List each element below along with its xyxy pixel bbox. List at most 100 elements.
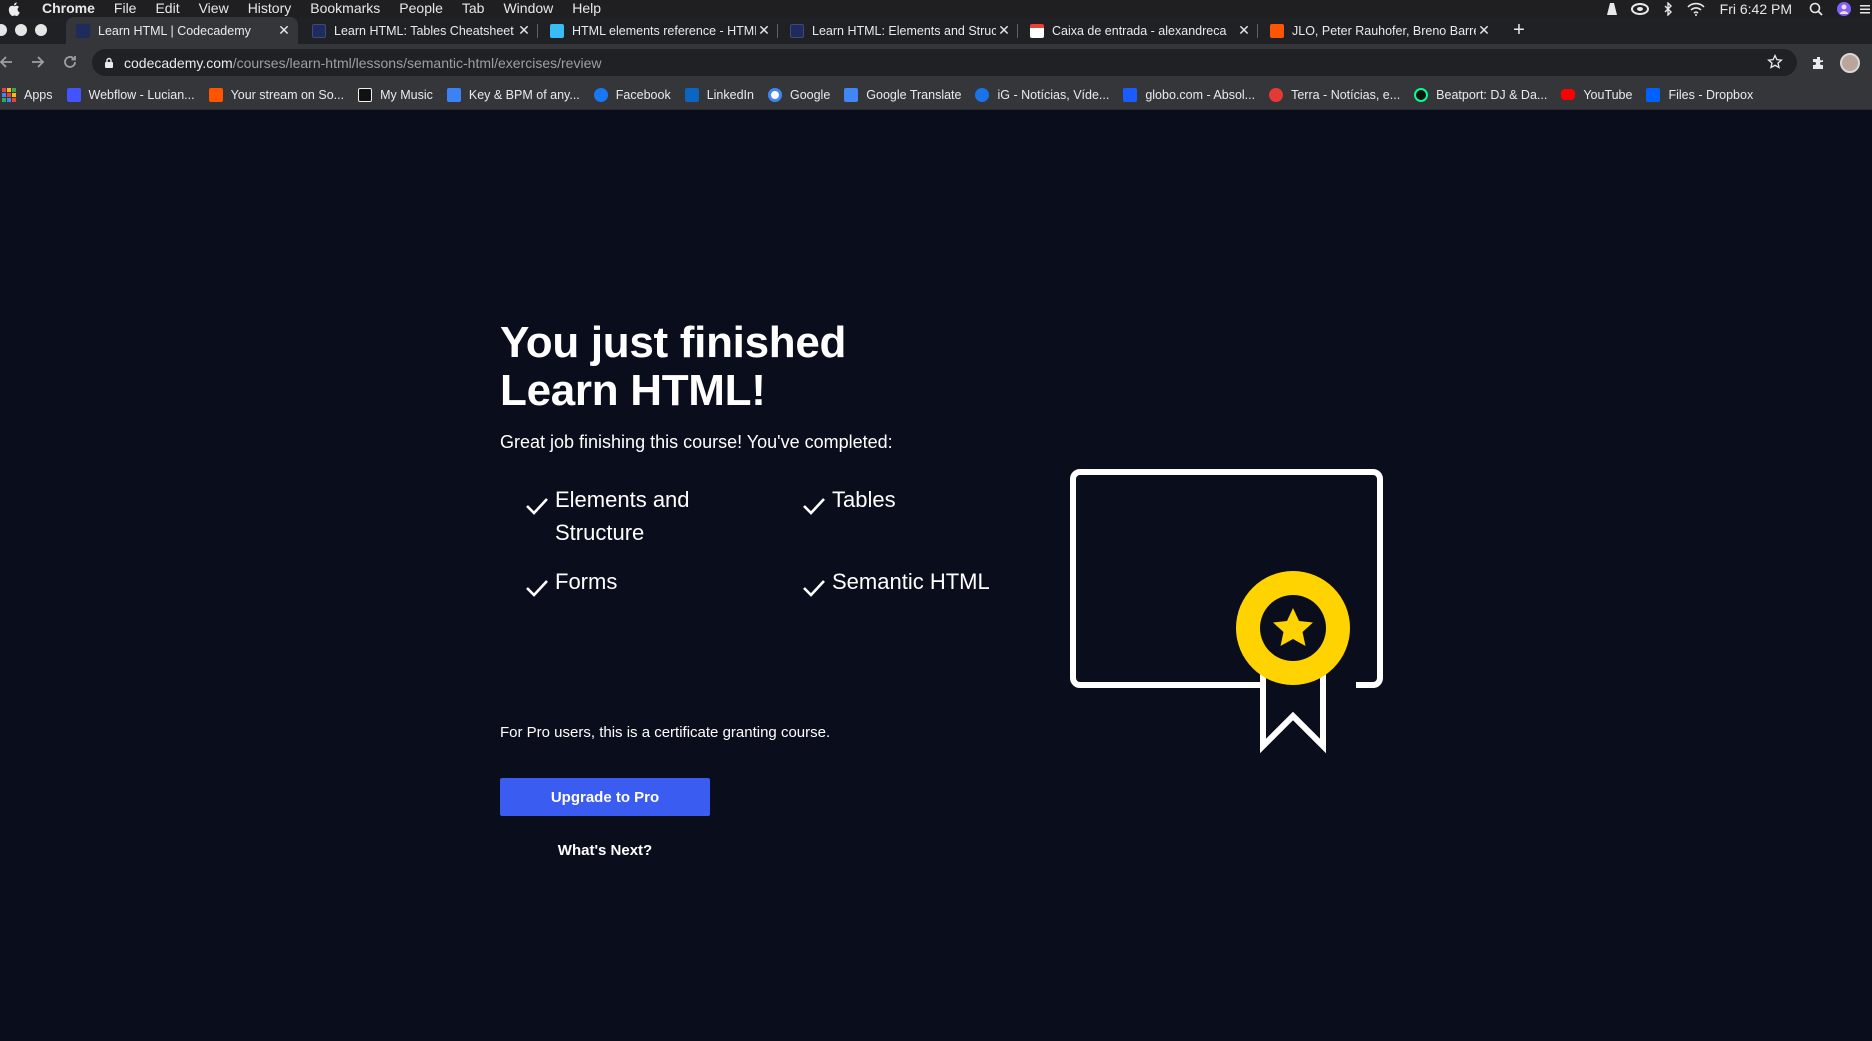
bookmark-globo[interactable]: globo.com - Absol...	[1123, 87, 1256, 102]
google-translate-icon	[844, 87, 859, 102]
bookmark-key-bpm[interactable]: Key & BPM of any...	[446, 87, 580, 102]
bookmark-google-translate[interactable]: Google Translate	[844, 87, 961, 102]
bookmarks-bar: Apps Webflow - Lucian... Your stream on …	[0, 80, 1872, 110]
soundcloud-favicon-icon	[1270, 23, 1284, 38]
tab-separator	[1257, 24, 1258, 38]
bookmark-beatport[interactable]: Beatport: DJ & Da...	[1414, 87, 1548, 102]
reload-icon[interactable]	[60, 52, 80, 72]
bookmark-apps[interactable]: Apps	[2, 87, 53, 102]
bookmark-ig-noticias[interactable]: iG - Notícias, Víde...	[975, 87, 1109, 102]
completed-item-elements-structure: Elements and Structure	[525, 483, 690, 549]
bookmark-facebook[interactable]: Facebook	[593, 87, 671, 102]
bookmark-youtube[interactable]: YouTube	[1561, 88, 1632, 102]
menu-bookmarks[interactable]: Bookmarks	[310, 0, 380, 17]
bookmark-terra[interactable]: Terra - Notícias, e...	[1269, 87, 1401, 102]
bookmark-google[interactable]: Google	[767, 87, 831, 102]
menu-tab[interactable]: Tab	[462, 0, 485, 17]
bookmark-label: Google	[789, 87, 831, 102]
menu-history[interactable]: History	[248, 0, 292, 17]
menu-file[interactable]: File	[114, 0, 137, 17]
url-host: codecademy.com	[124, 54, 233, 71]
apple-icon[interactable]	[4, 1, 24, 16]
close-window-button[interactable]	[0, 24, 7, 36]
bookmark-label: globo.com - Absol...	[1145, 87, 1256, 102]
headline-line-2: Learn HTML!	[500, 366, 766, 415]
completed-item-label-line-1: Elements and	[555, 487, 690, 512]
close-tab-icon[interactable]: ✕	[276, 22, 292, 39]
ig-icon	[975, 87, 990, 102]
mdn-favicon-icon	[550, 23, 564, 38]
menu-view[interactable]: View	[199, 0, 229, 17]
bookmark-label: Beatport: DJ & Da...	[1436, 87, 1548, 102]
forward-arrow-icon[interactable]	[28, 52, 48, 72]
tab-learn-html-codecademy[interactable]: Learn HTML | Codecademy ✕	[66, 17, 298, 44]
menu-people[interactable]: People	[399, 0, 443, 17]
bookmark-label: Webflow - Lucian...	[88, 87, 195, 102]
zoom-window-button[interactable]	[35, 24, 47, 36]
close-tab-icon[interactable]: ✕	[1476, 22, 1492, 39]
completed-item-forms: Forms	[525, 565, 617, 606]
macos-menu-bar: Chrome File Edit View History Bookmarks …	[0, 0, 1872, 17]
new-tab-button[interactable]: +	[1508, 17, 1530, 44]
bookmark-label: Facebook	[615, 87, 671, 102]
bookmark-label: My Music	[380, 87, 433, 102]
facebook-icon	[593, 87, 608, 102]
bookmark-label: LinkedIn	[706, 87, 754, 102]
completed-item-label: Semantic HTML	[832, 569, 990, 594]
close-tab-icon[interactable]: ✕	[1236, 22, 1252, 39]
vlc-icon[interactable]	[1598, 2, 1626, 16]
completed-item-label: Forms	[555, 569, 618, 594]
bookmark-star-icon[interactable]	[1767, 53, 1783, 75]
bookmark-webflow[interactable]: Webflow - Lucian...	[66, 87, 195, 102]
minimize-window-button[interactable]	[15, 24, 27, 36]
codecademy-favicon-icon	[312, 23, 326, 38]
key-bpm-icon	[446, 87, 461, 102]
apps-grid-icon	[2, 87, 16, 102]
bookmark-label: Terra - Notícias, e...	[1291, 87, 1401, 102]
bookmark-linkedin[interactable]: LinkedIn	[684, 87, 754, 102]
notification-center-icon[interactable]	[1858, 4, 1872, 14]
tab-gmail-inbox[interactable]: Caixa de entrada - alexandreca ✕	[1020, 17, 1258, 44]
bookmark-my-music[interactable]: My Music	[358, 87, 433, 102]
tab-separator	[537, 24, 538, 38]
checkmark-icon	[802, 565, 832, 606]
tab-html-elements-reference[interactable]: HTML elements reference - HTML ✕	[540, 17, 778, 44]
profile-avatar[interactable]	[1840, 53, 1860, 73]
user-switch-icon[interactable]	[1830, 1, 1858, 17]
checkmark-icon	[525, 483, 555, 549]
close-tab-icon[interactable]: ✕	[996, 22, 1012, 39]
bluetooth-icon[interactable]	[1654, 1, 1682, 16]
spotlight-search-icon[interactable]	[1802, 2, 1830, 16]
upgrade-to-pro-button[interactable]: Upgrade to Pro	[500, 778, 710, 816]
address-bar[interactable]: codecademy.com/courses/learn-html/lesson…	[92, 49, 1797, 76]
tab-soundcloud-track[interactable]: JLO, Peter Rauhofer, Breno Barreto ✕	[1260, 17, 1498, 44]
bookmark-label: Key & BPM of any...	[468, 87, 580, 102]
whats-next-link[interactable]: What's Next?	[500, 842, 710, 859]
checkmark-icon	[525, 565, 555, 606]
checkmark-icon	[802, 483, 832, 524]
close-tab-icon[interactable]: ✕	[516, 22, 532, 39]
pro-certificate-note: For Pro users, this is a certificate gra…	[500, 724, 831, 741]
extensions-puzzle-icon[interactable]	[1811, 56, 1827, 77]
menu-app-chrome[interactable]: Chrome	[42, 0, 95, 17]
back-arrow-icon[interactable]	[0, 52, 16, 72]
lock-icon[interactable]	[104, 57, 114, 69]
creative-cloud-icon[interactable]	[1626, 2, 1654, 15]
menu-clock[interactable]: Fri 6:42 PM	[1720, 1, 1792, 17]
wifi-icon[interactable]	[1682, 2, 1710, 16]
menu-help[interactable]: Help	[572, 0, 601, 17]
close-tab-icon[interactable]: ✕	[756, 22, 772, 39]
tab-title: Learn HTML: Tables Cheatsheet	[334, 23, 514, 38]
url-text: codecademy.com/courses/learn-html/lesson…	[124, 55, 601, 71]
bookmark-soundcloud-stream[interactable]: Your stream on So...	[208, 87, 344, 102]
window-controls	[0, 24, 47, 36]
tab-tables-cheatsheet[interactable]: Learn HTML: Tables Cheatsheet ✕	[302, 17, 538, 44]
completed-item-semantic-html: Semantic HTML	[802, 565, 990, 606]
menu-edit[interactable]: Edit	[155, 0, 179, 17]
bookmark-dropbox[interactable]: Files - Dropbox	[1646, 87, 1753, 102]
tab-title: HTML elements reference - HTML	[572, 23, 756, 38]
headline-line-1: You just finished	[500, 318, 847, 367]
tab-elements-and-structure[interactable]: Learn HTML: Elements and Structure ✕	[780, 17, 1018, 44]
completed-item-label: Elements and Structure	[555, 483, 690, 549]
menu-window[interactable]: Window	[503, 0, 553, 17]
